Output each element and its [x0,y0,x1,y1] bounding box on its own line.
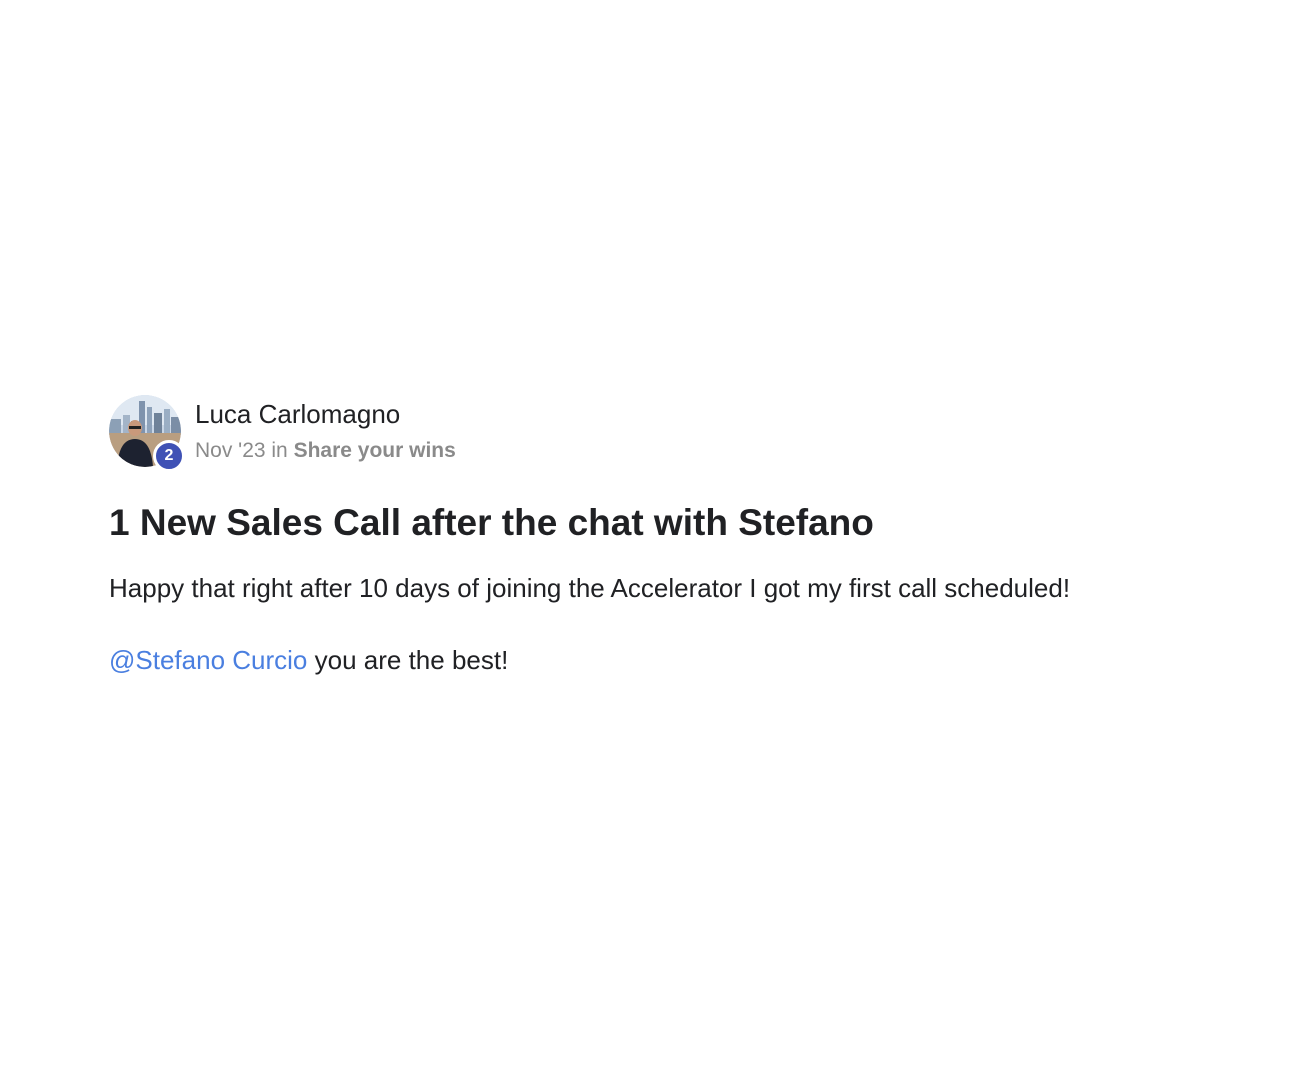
author-name[interactable]: Luca Carlomagno [195,399,456,429]
post-paragraph-text: you are the best! [314,645,509,675]
post-header: 2 Luca Carlomagno Nov '23 in Share your … [109,395,1209,472]
author-avatar-wrapper[interactable]: 2 [109,395,185,472]
level-badge: 2 [153,440,185,472]
post-body: Happy that right after 10 days of joinin… [109,571,1209,677]
post-date: Nov '23 [195,439,266,462]
post-title: 1 New Sales Call after the chat with Ste… [109,502,874,543]
post-meta: Luca Carlomagno Nov '23 in Share your wi… [195,395,456,463]
post-info: Nov '23 in Share your wins [195,439,456,463]
post-card: 2 Luca Carlomagno Nov '23 in Share your … [109,395,1209,715]
mention-link[interactable]: @Stefano Curcio [109,645,307,675]
category-link[interactable]: Share your wins [294,439,456,462]
in-label: in [271,439,288,462]
post-paragraph: Happy that right after 10 days of joinin… [109,573,1071,603]
post-paragraph-mention: @Stefano Curcio you are the best! [109,643,1209,677]
